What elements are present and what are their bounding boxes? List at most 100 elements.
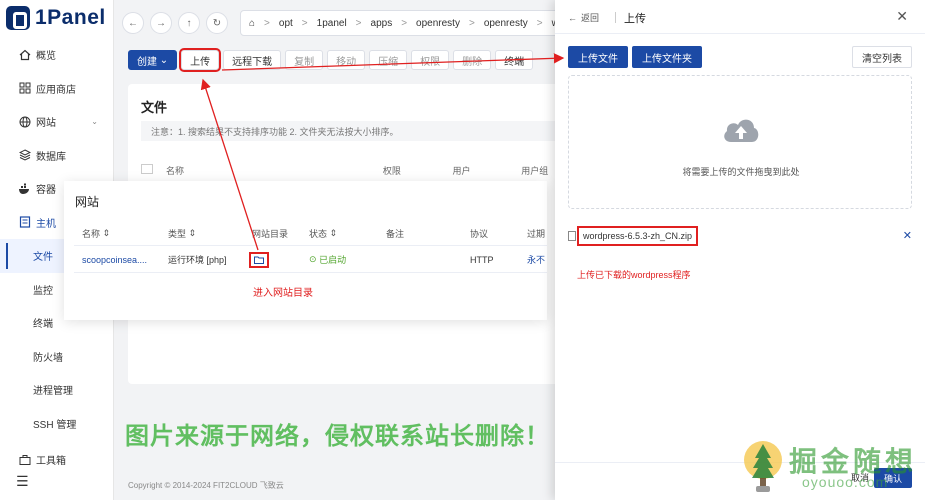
sidebar-item-process[interactable]: 进程管理	[0, 373, 114, 407]
column-header-user[interactable]: 用户	[453, 164, 522, 180]
header-label: 类型	[168, 228, 187, 239]
app-logo[interactable]: 1Panel	[6, 5, 106, 31]
sidebar-item-ssh[interactable]: SSH 管理	[0, 407, 114, 441]
close-icon[interactable]: ✕	[896, 8, 908, 25]
back-arrow-icon[interactable]: ←	[122, 12, 144, 34]
upload-file-button[interactable]: 上传文件	[568, 46, 628, 68]
path-separator: >	[301, 17, 308, 29]
remote-download-button[interactable]: 远程下载	[223, 50, 282, 70]
terminal-button[interactable]: 终端	[495, 50, 534, 70]
compress-button[interactable]: 压缩	[369, 50, 408, 70]
path-segment[interactable]: openresty	[484, 18, 528, 29]
sidebar-item-label: 文件	[33, 252, 53, 264]
sidebar-item-website[interactable]: 网站 ⌄	[0, 105, 114, 139]
drop-hint: 将需要上传的文件拖曳到此处	[682, 167, 800, 177]
move-button[interactable]: 移动	[327, 50, 366, 70]
database-icon	[18, 149, 31, 162]
sidebar-item-firewall[interactable]: 防火墙	[0, 340, 114, 374]
home-icon[interactable]: ⌂	[249, 18, 255, 29]
container-icon	[18, 182, 31, 195]
path-separator: >	[264, 17, 270, 29]
sort-icon: ⇕	[188, 227, 197, 238]
path-separator: >	[536, 17, 543, 29]
sort-icon: ⇕	[329, 227, 338, 238]
watermark-logo: 掘金随想 oyouoo.com	[742, 440, 917, 496]
upload-button[interactable]: 上传	[179, 48, 222, 72]
sidebar-item-label: SSH 管理	[33, 419, 77, 431]
column-header-protocol: 协议	[470, 228, 489, 239]
menu-collapse-icon[interactable]: ☰	[16, 473, 29, 490]
column-header-name[interactable]: 名称	[166, 164, 383, 180]
file-icon	[568, 231, 576, 241]
globe-icon	[18, 115, 31, 128]
column-header-remark: 备注	[386, 228, 405, 239]
clear-list-button[interactable]: 清空列表	[852, 46, 912, 68]
sidebar-item-overview[interactable]: 概览	[0, 38, 114, 72]
page-title: 文件	[141, 100, 168, 115]
select-all-checkbox[interactable]	[141, 164, 153, 174]
upload-file-item: wordpress-6.5.3-zh_CN.zip ✕	[568, 226, 912, 246]
upload-folder-button[interactable]: 上传文件夹	[632, 46, 702, 68]
path-segment[interactable]: opt	[279, 18, 293, 29]
play-circle-icon: ⊙	[309, 254, 317, 264]
status-badge[interactable]: ⊙ 已启动	[309, 247, 346, 272]
forward-arrow-icon[interactable]: →	[150, 12, 172, 34]
sidebar-item-database[interactable]: 数据库	[0, 139, 114, 173]
sort-icon: ⇕	[102, 227, 111, 238]
website-dialog: 网站 名称 ⇕ 类型 ⇕ 网站目录 状态 ⇕ 备注 协议 过期 scoopcoi…	[64, 181, 547, 320]
delete-button[interactable]: 删除	[453, 50, 492, 70]
sidebar-item-label: 终端	[33, 319, 53, 331]
create-button[interactable]: 创建 ⌄	[128, 50, 178, 70]
path-segment[interactable]: openresty	[416, 18, 460, 29]
back-label: 返回	[581, 13, 600, 23]
website-table-header: 名称 ⇕ 类型 ⇕ 网站目录 状态 ⇕ 备注 协议 过期	[74, 221, 547, 246]
chevron-down-icon: ⌄	[91, 117, 98, 127]
header-label: 名称	[82, 228, 101, 239]
sidebar-item-label: 工具箱	[36, 456, 66, 468]
sidebar-item-label: 数据库	[36, 151, 66, 163]
host-icon	[18, 216, 31, 229]
path-toolbar: ← → ↑ ↻ ⌂ > opt > 1panel > apps > openre…	[122, 8, 582, 38]
drop-zone[interactable]: 将需要上传的文件拖曳到此处	[568, 75, 912, 209]
website-expire[interactable]: 永不	[527, 247, 547, 272]
annotation-upload-wordpress: 上传已下载的wordpress程序	[577, 270, 691, 280]
path-segment[interactable]: apps	[371, 18, 393, 29]
annotation-enter-directory: 进入网站目录	[253, 288, 313, 299]
sidebar-item-label: 网站	[36, 118, 56, 130]
logo-icon	[6, 6, 30, 30]
table-row: scoopcoinsea.... 运行环境 [php] ⊙ 已启动 HTTP 永…	[74, 247, 547, 273]
sidebar-item-label: 监控	[33, 285, 53, 297]
sidebar-item-label: 防火墙	[33, 352, 63, 364]
column-header-name[interactable]: 名称 ⇕	[82, 221, 110, 245]
back-arrow-icon: ←	[568, 12, 577, 23]
permission-button[interactable]: 权限	[411, 50, 450, 70]
drawer-header: ← 返回 上传 ✕	[555, 0, 925, 34]
website-type: 运行环境 [php]	[168, 255, 227, 265]
divider	[615, 12, 616, 23]
column-header-type[interactable]: 类型 ⇕	[168, 221, 196, 245]
column-header-permission[interactable]: 权限	[383, 164, 453, 180]
status-label: 已启动	[319, 255, 347, 265]
website-protocol: HTTP	[470, 254, 494, 265]
toolbox-icon	[18, 453, 31, 466]
folder-icon[interactable]	[249, 252, 269, 268]
watermark-text: 图片来源于网络，侵权联系站长删除！	[125, 423, 550, 450]
upload-file-name: wordpress-6.5.3-zh_CN.zip	[577, 226, 699, 246]
website-name-link[interactable]: scoopcoinsea....	[82, 247, 162, 272]
column-header-status[interactable]: 状态 ⇕	[309, 221, 337, 245]
sidebar-item-label: 主机	[36, 218, 56, 230]
dialog-title: 网站	[75, 195, 100, 209]
sidebar-item-toolbox[interactable]: 工具箱	[0, 443, 114, 477]
website-directory-button[interactable]	[249, 247, 269, 272]
remove-file-icon[interactable]: ✕	[903, 229, 912, 242]
path-segment[interactable]: 1panel	[317, 18, 347, 29]
copy-button[interactable]: 复制	[285, 50, 324, 70]
path-breadcrumb[interactable]: ⌂ > opt > 1panel > apps > openresty > op…	[240, 10, 582, 36]
sidebar-item-app-store[interactable]: 应用商店	[0, 72, 114, 106]
cloud-upload-icon	[724, 119, 759, 142]
back-button[interactable]: ← 返回	[568, 11, 599, 24]
up-arrow-icon[interactable]: ↑	[178, 12, 200, 34]
refresh-icon[interactable]: ↻	[206, 12, 228, 34]
watermark-url: oyouoo.com	[802, 474, 889, 490]
home-icon	[18, 48, 31, 61]
